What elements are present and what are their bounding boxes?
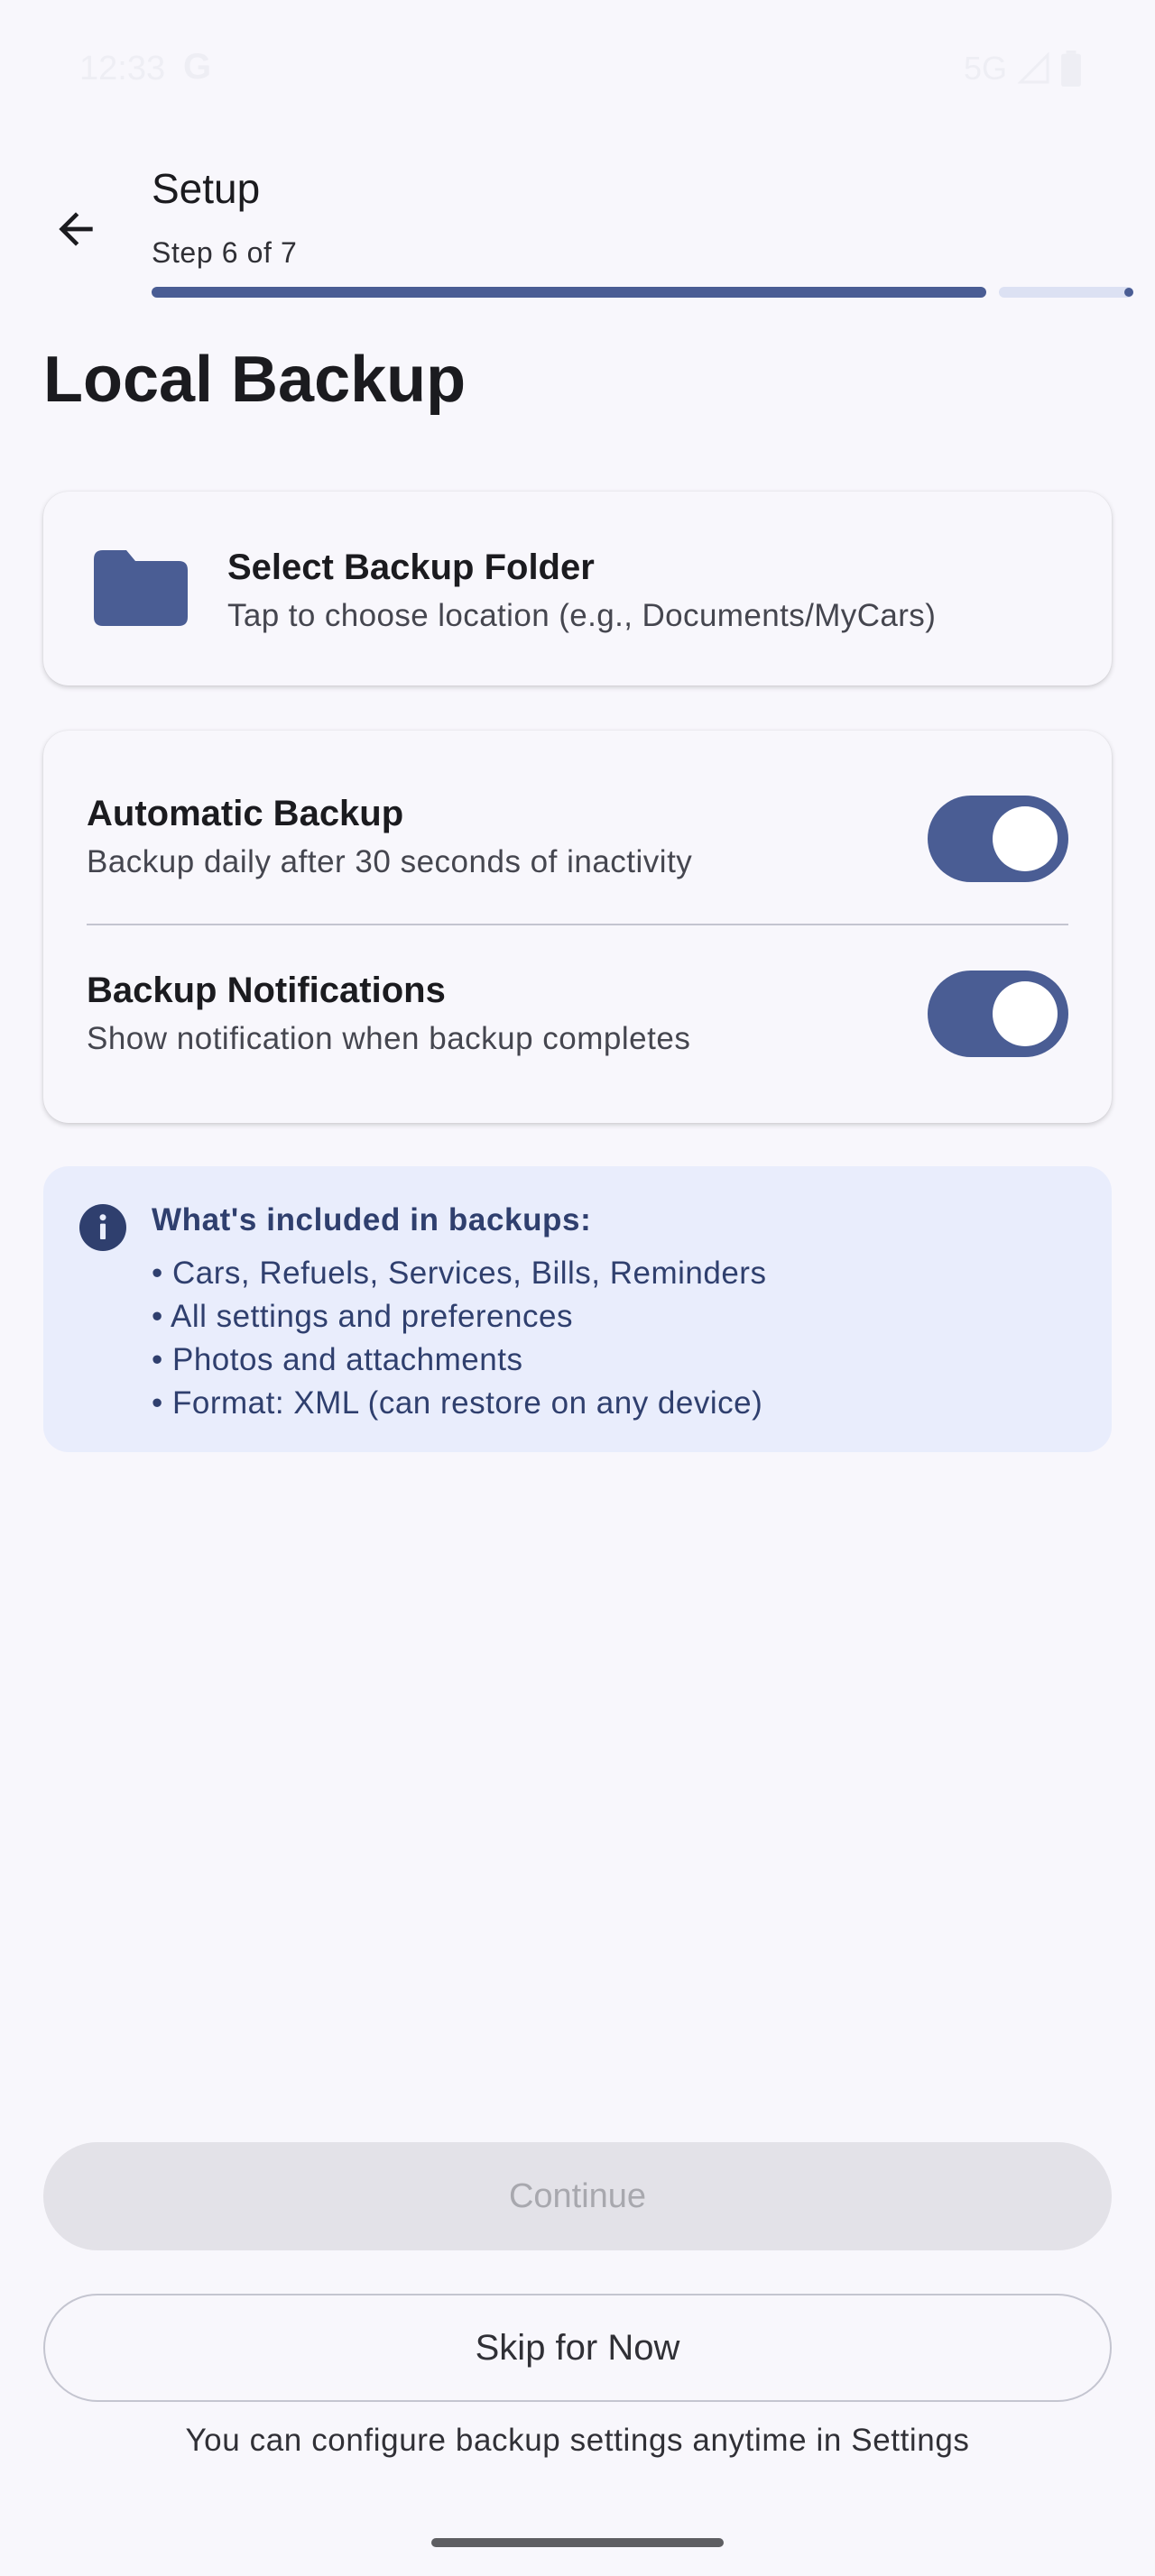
top-app-bar: Setup Step 6 of 7 [0, 144, 1155, 325]
battery-icon [1061, 51, 1081, 87]
status-time: 12:33 [79, 50, 166, 87]
setup-progress-bar [152, 287, 1133, 298]
setting-title: Automatic Backup [87, 794, 404, 833]
folder-card-title: Select Backup Folder [227, 547, 595, 587]
status-bar: 12:33 G 5G [0, 0, 1155, 139]
skip-for-now-button[interactable]: Skip for Now [43, 2294, 1112, 2402]
continue-button[interactable]: Continue [43, 2142, 1112, 2250]
backup-notifications-toggle[interactable] [928, 971, 1068, 1057]
footer-note: You can configure backup settings anytim… [185, 2423, 970, 2458]
toggle-knob [993, 981, 1058, 1046]
back-button[interactable] [36, 189, 116, 269]
backup-settings-card: Automatic Backup Backup daily after 30 s… [43, 731, 1112, 1123]
info-icon [79, 1204, 126, 1251]
setting-row-automatic-backup[interactable]: Automatic Backup Backup daily after 30 s… [43, 731, 1112, 902]
page-title: Local Backup [43, 344, 467, 416]
status-indicators: 5G [964, 50, 1081, 87]
list-item: • Format: XML (can restore on any device… [152, 1385, 763, 1421]
setting-subtitle: Backup daily after 30 seconds of inactiv… [87, 844, 693, 879]
signal-icon [1018, 52, 1049, 84]
toggle-knob [993, 806, 1058, 871]
setting-subtitle: Show notification when backup completes [87, 1021, 691, 1056]
setting-row-backup-notifications[interactable]: Backup Notifications Show notification w… [43, 907, 1112, 1079]
backup-info-box: What's included in backups: • Cars, Refu… [43, 1166, 1112, 1452]
progress-fill [152, 287, 986, 298]
automatic-backup-toggle[interactable] [928, 796, 1068, 882]
google-logo-icon: G [183, 47, 212, 87]
header-title: Setup [152, 165, 261, 212]
setting-title: Backup Notifications [87, 971, 446, 1010]
folder-card-subtitle: Tap to choose location (e.g., Documents/… [227, 598, 937, 633]
progress-end-dot [1124, 288, 1133, 297]
step-indicator: Step 6 of 7 [152, 236, 298, 269]
info-title: What's included in backups: [152, 1202, 592, 1237]
arrow-back-icon [59, 212, 93, 246]
list-item: • Cars, Refuels, Services, Bills, Remind… [152, 1256, 767, 1291]
select-backup-folder-card[interactable]: Select Backup Folder Tap to choose locat… [43, 492, 1112, 685]
network-type: 5G [963, 50, 1007, 87]
folder-icon [94, 550, 188, 626]
home-indicator[interactable] [431, 2538, 724, 2547]
list-item: • Photos and attachments [152, 1342, 523, 1377]
progress-remaining [999, 287, 1133, 298]
info-list: • Cars, Refuels, Services, Bills, Remind… [152, 1252, 766, 1425]
list-item: • All settings and preferences [152, 1299, 573, 1334]
